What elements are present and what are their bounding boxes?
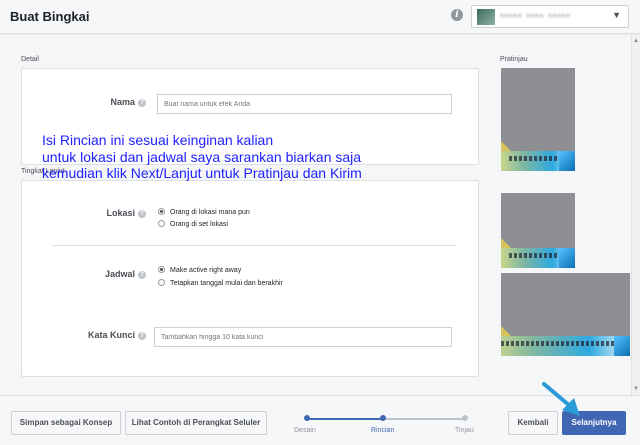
frame-banner: [501, 336, 630, 356]
frame-banner: [501, 248, 575, 268]
save-draft-button[interactable]: Simpan sebagai Konsep: [11, 411, 121, 435]
pointer-arrow-icon: [542, 382, 580, 416]
dialog-header: Buat Bingkai i ••••• •••• ••••• ▼: [0, 0, 640, 34]
annotation-line: kemudian klik Next/Lanjut untuk Pratinja…: [42, 165, 362, 181]
info-icon[interactable]: i: [451, 9, 463, 21]
progress-line-complete: [307, 418, 383, 420]
step-dot-details: [380, 415, 386, 421]
help-icon[interactable]: ?: [138, 332, 146, 340]
divider: [52, 245, 456, 246]
scroll-up-icon[interactable]: ▲: [633, 38, 639, 44]
radio-unselected[interactable]: [158, 279, 165, 286]
location-label: Lokasi?: [60, 208, 146, 218]
keyword-input[interactable]: [154, 327, 452, 347]
frame-corner: [501, 141, 511, 151]
schedule-option-now[interactable]: Make active right away: [158, 266, 241, 274]
help-icon[interactable]: ?: [138, 271, 146, 279]
frame-banner: [501, 151, 575, 171]
detail-section-label: Detail: [21, 56, 39, 63]
preview-label: Pratinjau: [500, 56, 528, 63]
schedule-label: Jadwal?: [60, 269, 146, 279]
step-label-details: Rincian: [371, 427, 395, 434]
help-icon[interactable]: ?: [138, 210, 146, 218]
annotation-line: Isi Rincian ini sesuai keinginan kalian: [42, 132, 274, 148]
tutorial-annotation: Isi Rincian ini sesuai keinginan kalian …: [42, 132, 362, 182]
schedule-option-dates[interactable]: Tetapkan tanggal mulai dan berakhir: [158, 279, 283, 287]
step-dot-review: [462, 415, 468, 421]
step-dot-design: [304, 415, 310, 421]
account-name: ••••• •••• •••••: [500, 11, 571, 22]
name-input[interactable]: [157, 94, 452, 114]
preview-thumbnail-square[interactable]: [501, 193, 575, 268]
preview-thumbnail-tall[interactable]: [501, 68, 575, 171]
progress-line-remaining: [383, 418, 465, 420]
location-option-set[interactable]: Orang di set lokasi: [158, 220, 228, 228]
step-label-design: Desain: [294, 427, 316, 434]
radio-selected[interactable]: [158, 266, 165, 273]
keyword-label: Kata Kunci?: [60, 330, 146, 340]
location-option-anywhere[interactable]: Orang di lokasi mana pun: [158, 208, 250, 216]
scrollbar[interactable]: ▲ ▼: [631, 35, 640, 395]
mobile-preview-button[interactable]: Lihat Contoh di Perangkat Seluler: [125, 411, 267, 435]
help-icon[interactable]: ?: [138, 99, 146, 107]
annotation-line: untuk lokasi dan jadwal saya sarankan bi…: [42, 148, 362, 165]
radio-selected[interactable]: [158, 208, 165, 215]
chevron-down-icon: ▼: [612, 10, 621, 20]
dialog-title: Buat Bingkai: [10, 9, 90, 24]
preview-thumbnail-wide[interactable]: [501, 273, 630, 356]
account-selector[interactable]: ••••• •••• ••••• ▼: [471, 5, 629, 28]
name-label: Nama?: [60, 97, 146, 107]
step-label-review: Tinjau: [455, 427, 474, 434]
frame-corner: [501, 238, 511, 248]
radio-unselected[interactable]: [158, 220, 165, 227]
account-avatar: [477, 9, 495, 25]
scroll-down-icon[interactable]: ▼: [633, 386, 639, 392]
frame-corner: [501, 326, 511, 336]
